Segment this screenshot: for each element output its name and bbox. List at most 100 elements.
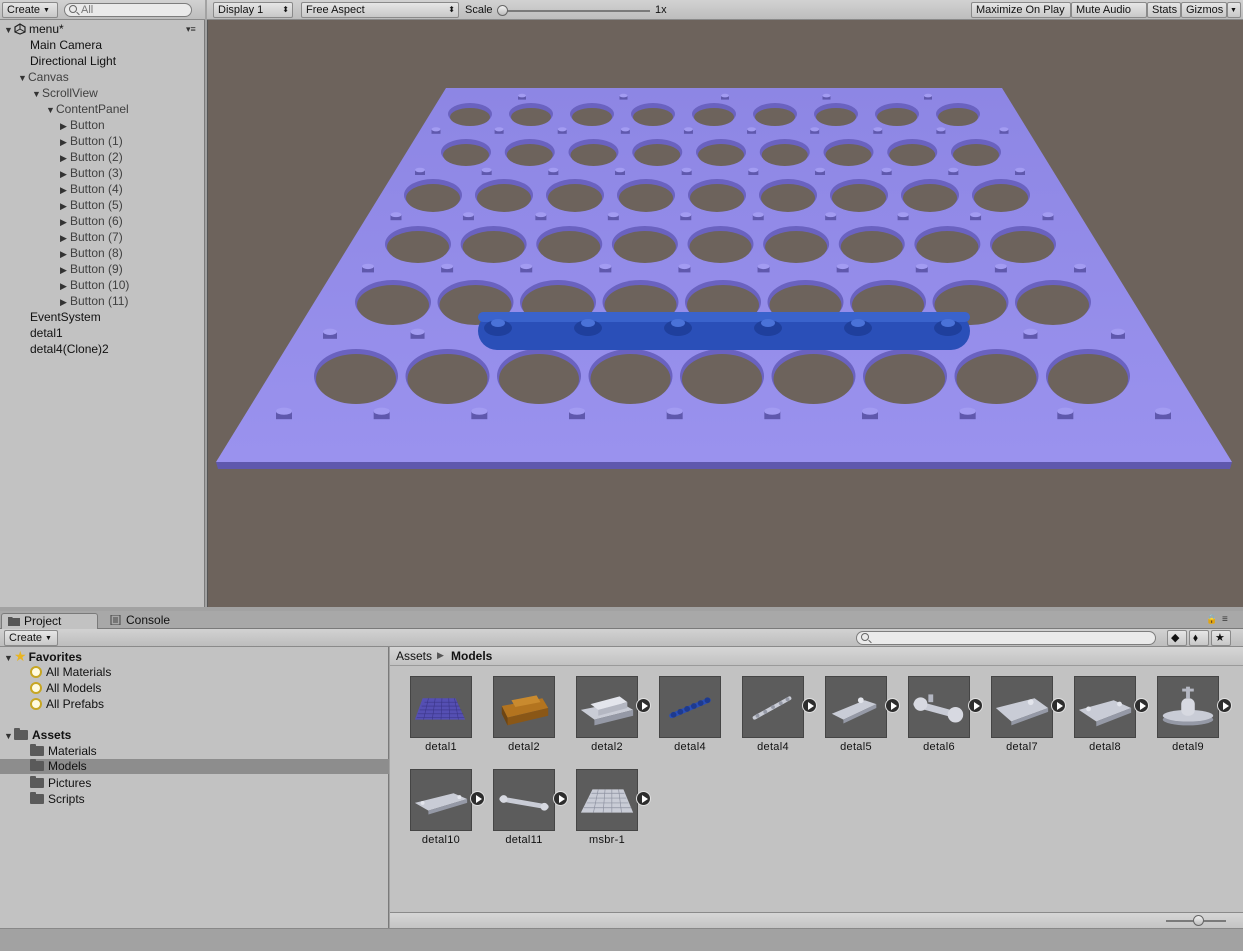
tab-console[interactable]: Console bbox=[104, 613, 184, 629]
folder-models[interactable]: Models bbox=[30, 759, 87, 775]
expand-triangle-icon[interactable]: ▼ bbox=[32, 86, 42, 102]
maximize-on-play-toggle[interactable]: Maximize On Play bbox=[971, 2, 1071, 18]
breadcrumb-assets[interactable]: Assets bbox=[396, 649, 432, 663]
lock-icon[interactable]: 🔒 bbox=[1206, 614, 1217, 625]
asset-detal2[interactable]: detal2 bbox=[473, 676, 555, 762]
gizmos-dropdown-button[interactable]: ▼ bbox=[1227, 2, 1241, 18]
folder-scripts[interactable]: Scripts bbox=[30, 791, 85, 807]
expand-model-icon[interactable] bbox=[636, 791, 651, 806]
project-create-button[interactable]: Create ▼ bbox=[4, 630, 58, 646]
folder-pictures[interactable]: Pictures bbox=[30, 775, 91, 791]
asset-detal5[interactable]: detal5 bbox=[805, 676, 900, 762]
plate-hole bbox=[974, 184, 1028, 212]
favorite-all-materials[interactable]: All Materials bbox=[30, 664, 111, 680]
tree-item[interactable]: detal4(Clone)2 bbox=[30, 341, 109, 357]
asset-detal4-model[interactable]: detal4 bbox=[722, 676, 817, 762]
expand-triangle-icon[interactable]: ▼ bbox=[4, 728, 14, 744]
save-search-button[interactable]: ★ bbox=[1211, 630, 1231, 646]
tree-item[interactable]: detal1 bbox=[30, 325, 63, 341]
asset-detal7[interactable]: detal7 bbox=[971, 676, 1066, 762]
tree-item[interactable]: ▶ Button (10) bbox=[60, 277, 129, 293]
filter-by-label-button[interactable]: ⬧ bbox=[1189, 630, 1209, 646]
folder-materials[interactable]: Materials bbox=[30, 743, 97, 759]
collapse-triangle-icon[interactable]: ▶ bbox=[60, 262, 70, 278]
folder-icon bbox=[30, 759, 44, 771]
collapse-triangle-icon[interactable]: ▶ bbox=[60, 166, 70, 182]
tree-item[interactable]: ▶ Button (11) bbox=[60, 293, 128, 309]
favorite-all-prefabs[interactable]: All Prefabs bbox=[30, 696, 104, 712]
expand-triangle-icon[interactable]: ▼ bbox=[4, 22, 14, 38]
dropdown-arrow-icon: ▼ bbox=[1230, 7, 1237, 14]
expand-model-icon[interactable] bbox=[1217, 698, 1232, 713]
folder-icon bbox=[14, 728, 28, 740]
favorites-header[interactable]: ▼★ Favorites bbox=[4, 648, 82, 664]
plate-hole bbox=[634, 144, 681, 166]
tree-item[interactable]: ▶ Button (4) bbox=[60, 181, 123, 197]
collapse-triangle-icon[interactable]: ▶ bbox=[60, 294, 70, 310]
tree-item[interactable]: ▼Canvas bbox=[18, 69, 69, 85]
expand-triangle-icon[interactable]: ▼ bbox=[18, 70, 28, 86]
asset-detal10[interactable]: detal10 bbox=[390, 769, 485, 855]
tree-item[interactable]: EventSystem bbox=[30, 309, 101, 325]
scale-slider-track[interactable] bbox=[500, 10, 650, 12]
collapse-triangle-icon[interactable]: ▶ bbox=[60, 134, 70, 150]
collapse-triangle-icon[interactable]: ▶ bbox=[60, 214, 70, 230]
tree-item[interactable]: Main Camera bbox=[30, 37, 102, 53]
asset-detal11[interactable]: detal11 bbox=[473, 769, 568, 855]
saved-search-icon bbox=[30, 682, 42, 694]
collapse-triangle-icon[interactable]: ▶ bbox=[60, 198, 70, 214]
scale-slider-handle[interactable] bbox=[497, 5, 508, 16]
asset-detal2-model[interactable]: detal2 bbox=[556, 676, 651, 762]
collapse-triangle-icon[interactable]: ▶ bbox=[60, 278, 70, 294]
panel-menu-icon[interactable]: ≡ bbox=[1222, 614, 1228, 625]
mute-audio-toggle[interactable]: Mute Audio bbox=[1071, 2, 1147, 18]
asset-msbr-1[interactable]: msbr-1 bbox=[556, 769, 651, 855]
scale-label: Scale bbox=[465, 4, 493, 16]
collapse-triangle-icon[interactable]: ▶ bbox=[60, 182, 70, 198]
breadcrumb-models[interactable]: Models bbox=[451, 649, 492, 663]
scene-options-icon[interactable]: ▾≡ bbox=[186, 24, 196, 35]
hierarchy-create-button[interactable]: Create ▼ bbox=[2, 2, 58, 18]
asset-detal6[interactable]: detal6 bbox=[888, 676, 983, 762]
expand-triangle-icon[interactable]: ▼ bbox=[46, 102, 56, 118]
tree-item[interactable]: ▼ContentPanel bbox=[46, 101, 129, 117]
display-select[interactable]: Display 1 ⬍ bbox=[213, 2, 293, 18]
aspect-select[interactable]: Free Aspect ⬍ bbox=[301, 2, 459, 18]
tree-item[interactable]: ▶ Button (8) bbox=[60, 245, 123, 261]
tree-item[interactable]: ▶ Button (2) bbox=[60, 149, 123, 165]
gizmos-toggle[interactable]: Gizmos bbox=[1181, 2, 1227, 18]
collapse-triangle-icon[interactable]: ▶ bbox=[60, 150, 70, 166]
tree-item[interactable]: ▶ Button bbox=[60, 117, 105, 133]
tree-item[interactable]: ▼ScrollView bbox=[32, 85, 98, 101]
collapse-triangle-icon[interactable]: ▶ bbox=[60, 118, 70, 134]
asset-detal9[interactable]: detal9 bbox=[1137, 676, 1232, 762]
thumbnail-size-slider-handle[interactable] bbox=[1193, 915, 1204, 926]
plate-hole bbox=[450, 108, 490, 126]
tree-item[interactable]: ▶ Button (6) bbox=[60, 213, 123, 229]
tree-item[interactable]: ▶ Button (3) bbox=[60, 165, 123, 181]
tab-project[interactable]: Project bbox=[1, 613, 98, 629]
plate-peg bbox=[764, 407, 781, 415]
tree-item[interactable]: ▶ Button (5) bbox=[60, 197, 123, 213]
asset-detal4[interactable]: detal4 bbox=[639, 676, 721, 762]
assets-header[interactable]: ▼ Assets bbox=[4, 727, 71, 743]
scene-root[interactable]: ▼ menu* ▾≡ bbox=[0, 21, 205, 37]
tree-item[interactable]: ▶ Button (1) bbox=[60, 133, 123, 149]
hierarchy-search-input[interactable]: All bbox=[64, 3, 192, 17]
plate-hole bbox=[357, 285, 429, 325]
asset-detal8[interactable]: detal8 bbox=[1054, 676, 1149, 762]
plate-hole bbox=[865, 354, 945, 404]
project-search-input[interactable] bbox=[856, 631, 1156, 645]
plate-peg bbox=[862, 407, 878, 415]
collapse-triangle-icon[interactable]: ▶ bbox=[60, 230, 70, 246]
favorite-all-models[interactable]: All Models bbox=[30, 680, 101, 696]
collapse-triangle-icon[interactable]: ▶ bbox=[60, 246, 70, 262]
tree-item[interactable]: ▶ Button (7) bbox=[60, 229, 123, 245]
stats-toggle[interactable]: Stats bbox=[1147, 2, 1181, 18]
expand-triangle-icon[interactable]: ▼ bbox=[4, 650, 14, 666]
tree-item[interactable]: ▶ Button (9) bbox=[60, 261, 123, 277]
game-viewport[interactable] bbox=[207, 20, 1243, 607]
filter-by-type-button[interactable]: ◆ bbox=[1167, 630, 1187, 646]
tree-item[interactable]: Directional Light bbox=[30, 53, 116, 69]
asset-detal1[interactable]: detal1 bbox=[390, 676, 472, 762]
